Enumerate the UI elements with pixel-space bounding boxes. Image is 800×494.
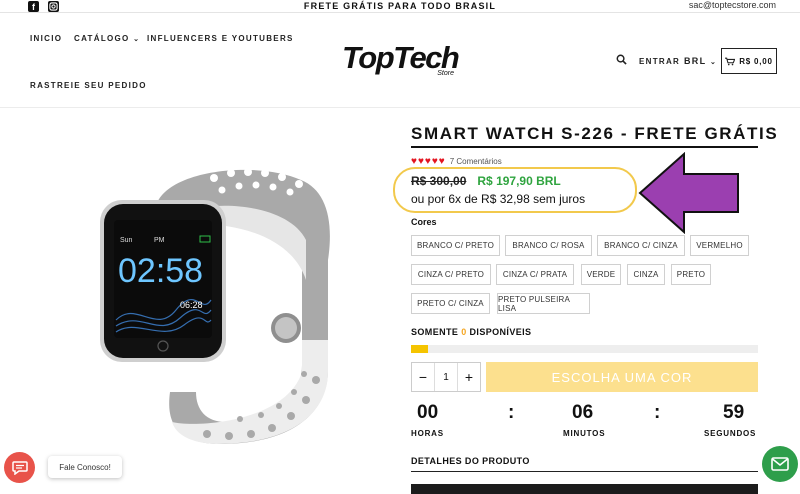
quantity-stepper[interactable]: − 1 + bbox=[411, 362, 481, 392]
watch-status: Sun bbox=[120, 237, 133, 244]
countdown-hours-label: HORAS bbox=[411, 429, 444, 438]
color-option[interactable]: VERMELHO bbox=[690, 235, 749, 256]
watch-pm: PM bbox=[154, 237, 165, 244]
cart-button[interactable]: R$ 0,00 bbox=[721, 48, 777, 74]
mail-icon[interactable] bbox=[762, 446, 798, 482]
color-option[interactable]: BRANCO C/ ROSA bbox=[505, 235, 592, 256]
watch-date: 06:28 bbox=[180, 300, 203, 310]
color-option[interactable]: CINZA C/ PRETO bbox=[411, 264, 491, 285]
star-icon: ♥ bbox=[431, 156, 438, 167]
product-image[interactable]: Sun PM 02:58 06:28 bbox=[96, 160, 336, 450]
product-video[interactable] bbox=[411, 484, 758, 494]
quantity-increase-button[interactable]: + bbox=[458, 363, 480, 391]
login-link[interactable]: ENTRAR bbox=[639, 57, 680, 66]
star-icon: ♥ bbox=[411, 156, 417, 167]
color-option[interactable]: CINZA C/ PRATA bbox=[496, 264, 574, 285]
countdown-seconds-label: SEGUNDOS bbox=[704, 429, 757, 438]
chat-bubble-icon[interactable] bbox=[4, 452, 35, 483]
nav-inicio[interactable]: INICIO bbox=[30, 34, 62, 43]
star-icon: ♥ bbox=[424, 156, 431, 167]
star-icon: ♥ bbox=[438, 156, 445, 167]
header-divider bbox=[0, 107, 800, 108]
color-option[interactable]: BRANCO C/ CINZA bbox=[597, 235, 685, 256]
cart-total: R$ 0,00 bbox=[739, 56, 773, 66]
colors-label: Cores bbox=[411, 217, 437, 227]
rating[interactable]: ♥ ♥ ♥ ♥ ♥ 7 Comentários bbox=[411, 156, 502, 167]
logo-subtitle: Store bbox=[437, 70, 454, 77]
color-option[interactable]: BRANCO C/ PRETO bbox=[411, 235, 500, 256]
currency-select[interactable]: BRL ⌄ bbox=[684, 56, 717, 66]
nav-catalogo[interactable]: CATÁLOGO ⌄ bbox=[74, 34, 140, 43]
countdown-minutes-label: MINUTOS bbox=[563, 429, 606, 438]
stock-prefix: SOMENTE bbox=[411, 327, 459, 337]
cart-icon bbox=[725, 57, 736, 65]
details-divider bbox=[411, 471, 758, 472]
search-icon[interactable] bbox=[616, 54, 627, 67]
quantity-decrease-button[interactable]: − bbox=[412, 363, 434, 391]
countdown-hours: 00 bbox=[417, 402, 439, 423]
reviews-count[interactable]: 7 Comentários bbox=[450, 157, 502, 166]
color-option[interactable]: VERDE bbox=[581, 264, 621, 285]
nav-rastreie[interactable]: RASTREIE SEU PEDIDO bbox=[30, 81, 147, 90]
nav-catalogo-label: CATÁLOGO bbox=[74, 34, 130, 43]
color-option[interactable]: PRETO C/ CINZA bbox=[411, 293, 490, 314]
store-logo[interactable]: TopTech Store bbox=[342, 42, 462, 82]
currency-value: BRL bbox=[684, 56, 707, 66]
price-highlight-circle bbox=[393, 167, 637, 213]
title-divider bbox=[411, 146, 758, 148]
chat-label[interactable]: Fale Conosco! bbox=[48, 456, 122, 478]
color-option[interactable]: CINZA bbox=[627, 264, 665, 285]
countdown-separator: : bbox=[508, 402, 515, 423]
stock-progress-bar bbox=[411, 345, 758, 353]
choose-color-button[interactable]: ESCOLHA UMA COR bbox=[486, 362, 758, 392]
countdown-minutes: 06 bbox=[572, 402, 594, 423]
arrow-annotation-icon bbox=[638, 152, 739, 234]
product-title: SMART WATCH S-226 - FRETE GRÁTIS bbox=[411, 124, 779, 143]
stock-text: SOMENTE 0 DISPONÍVEIS bbox=[411, 327, 531, 337]
contact-email[interactable]: sac@toptecstore.com bbox=[689, 0, 776, 10]
watch-time: 02:58 bbox=[118, 252, 203, 290]
stock-progress-fill bbox=[411, 345, 429, 353]
chevron-down-icon: ⌄ bbox=[133, 36, 141, 43]
countdown-seconds: 59 bbox=[723, 402, 745, 423]
logo-wordmark: TopTech bbox=[342, 40, 460, 75]
chevron-down-icon: ⌄ bbox=[710, 59, 718, 66]
announcement-text: FRETE GRÁTIS PARA TODO BRASIL bbox=[303, 1, 497, 11]
star-icon: ♥ bbox=[417, 156, 424, 167]
announcement-bar: f FRETE GRÁTIS PARA TODO BRASIL sac@topt… bbox=[0, 0, 800, 13]
color-option[interactable]: PRETO PULSEIRA LISA bbox=[497, 293, 590, 314]
quantity-input[interactable]: 1 bbox=[434, 363, 458, 391]
nav-influencers[interactable]: INFLUENCERS E YOUTUBERS bbox=[147, 34, 294, 43]
stock-suffix: DISPONÍVEIS bbox=[469, 327, 532, 337]
countdown-separator: : bbox=[654, 402, 661, 423]
color-option[interactable]: PRETO bbox=[671, 264, 711, 285]
details-heading: DETALHES DO PRODUTO bbox=[411, 456, 530, 466]
stock-count: 0 bbox=[461, 327, 467, 337]
